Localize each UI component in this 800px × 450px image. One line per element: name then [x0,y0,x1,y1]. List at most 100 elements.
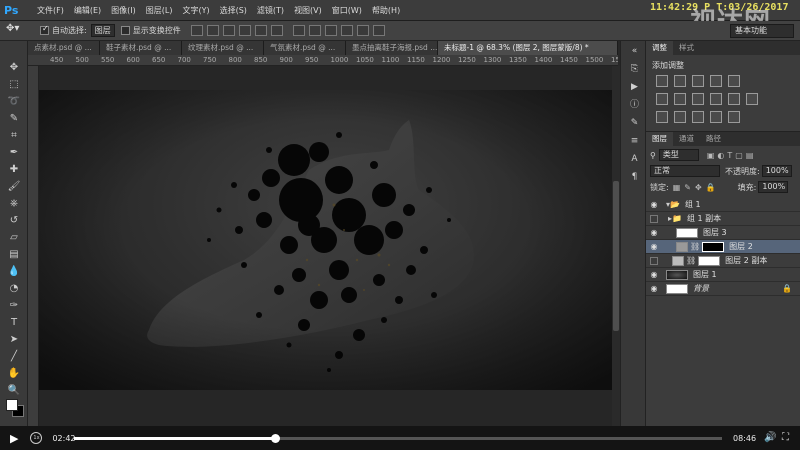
tab-adjustments[interactable]: 调整 [646,41,673,55]
black-white-icon[interactable] [692,93,704,105]
tab-styles[interactable]: 样式 [673,41,700,55]
fullscreen-icon[interactable]: ⛶ [782,432,789,443]
show-transform-checkbox[interactable] [120,26,130,35]
menu-select[interactable]: 选择(S) [215,5,252,16]
layer-row-group-1[interactable]: ◉ ▾📂 组 1 [646,198,800,212]
align-top-icon[interactable] [190,25,203,36]
menu-window[interactable]: 窗口(W) [327,5,367,16]
align-left-icon[interactable] [238,25,251,36]
gradient-map-icon[interactable] [710,111,722,123]
play-icon[interactable]: ▶ [10,432,18,445]
type-tool-icon[interactable]: T [6,316,22,330]
tab-document[interactable]: 点素材.psd @ ... [28,41,100,55]
layer-row-layer-2[interactable]: ◉ ⛓ 图层 2 [646,240,800,254]
dodge-tool-icon[interactable]: ◔ [6,282,22,296]
tab-document[interactable]: 鞋子素材.psd @ ... [100,41,182,55]
filter-icons[interactable]: ▣◐T▢▤ [707,151,757,160]
visibility-box-icon[interactable] [650,256,658,265]
tab-document[interactable]: 墨点抽离鞋子海报.psd ... [346,41,438,55]
menu-file[interactable]: 文件(F) [32,5,69,16]
visibility-box-icon[interactable] [650,214,658,223]
playback-speed-icon[interactable]: 1x [30,432,43,444]
clone-stamp-tool-icon[interactable]: ⎈ [6,197,22,211]
auto-select-dropdown[interactable]: 图层 [90,24,115,37]
line-tool-icon[interactable]: ╱ [6,350,22,364]
history-brush-tool-icon[interactable]: ↺ [6,214,22,228]
menu-image[interactable]: 图像(I) [106,5,141,16]
distribute-right-icon[interactable] [372,25,385,36]
layer-mask-thumbnail[interactable] [702,241,725,252]
progress-bar[interactable] [74,434,722,443]
menu-edit[interactable]: 编辑(E) [69,5,106,16]
visibility-eye-icon[interactable]: ◉ [646,270,662,279]
volume-icon[interactable]: 🔊 [764,432,776,443]
visibility-eye-icon[interactable]: ◉ [646,228,662,237]
marquee-tool-icon[interactable]: ⬚ [6,78,22,92]
visibility-eye-icon[interactable]: ◉ [646,242,662,251]
hue-saturation-icon[interactable] [656,93,668,105]
healing-brush-tool-icon[interactable]: ✚ [6,163,22,177]
chain-link-icon[interactable]: ⛓ [686,256,696,265]
quick-select-tool-icon[interactable]: ✎ [6,112,22,126]
layer-row-layer-1[interactable]: ◉ 图层 1 [646,268,800,282]
tab-document[interactable]: 纹理素材.psd @ ... [182,41,264,55]
blend-mode-dropdown[interactable]: 正常 [650,165,720,177]
gradient-tool-icon[interactable]: ▤ [6,248,22,262]
visibility-eye-icon[interactable]: ◉ [646,200,662,209]
threshold-icon[interactable] [692,111,704,123]
menu-type[interactable]: 文字(Y) [177,5,214,16]
visibility-eye-icon[interactable]: ◉ [646,284,662,293]
layer-row-layer-3[interactable]: ◉ 图层 3 [646,226,800,240]
character-panel-icon[interactable]: A [628,153,641,165]
photo-filter-icon[interactable] [710,93,722,105]
foreground-color-swatch[interactable] [6,399,18,411]
distribute-hcenter-icon[interactable] [356,25,369,36]
progress-knob[interactable] [270,434,280,443]
blur-tool-icon[interactable]: 💧 [6,265,22,279]
brush-panel-icon[interactable]: ✎ [628,117,641,129]
zoom-tool-icon[interactable]: 🔍 [6,384,22,398]
brightness-contrast-icon[interactable] [656,75,668,87]
lasso-tool-icon[interactable]: ➰ [6,95,22,109]
align-vcenter-icon[interactable] [206,25,219,36]
info-panel-icon[interactable]: ⓘ [628,99,641,111]
paragraph-panel-icon[interactable]: ¶ [628,171,641,183]
fill-input[interactable]: 100% [758,181,789,193]
tab-document[interactable]: 气氛素材.psd @ ... [264,41,346,55]
collapse-dock-icon[interactable]: « [628,45,641,57]
brush-tool-icon[interactable]: 🖌 [6,180,22,194]
workspace-dropdown[interactable]: 基本功能 [730,24,794,38]
vertical-scrollbar[interactable] [612,66,620,426]
curves-icon[interactable] [692,75,704,87]
hand-tool-icon[interactable]: ✋ [6,367,22,381]
distribute-vcenter-icon[interactable] [308,25,321,36]
opacity-input[interactable]: 100% [761,165,792,177]
invert-icon[interactable] [656,111,668,123]
history-panel-icon[interactable]: ⎘ [628,63,641,75]
layer-mask-thumbnail[interactable] [698,255,721,266]
path-select-tool-icon[interactable]: ➤ [6,333,22,347]
layer-row-background[interactable]: ◉ 背景 🔒 [646,282,800,296]
align-hcenter-icon[interactable] [254,25,267,36]
scrollbar-thumb[interactable] [613,181,619,331]
menu-filter[interactable]: 滤镜(T) [252,5,289,16]
auto-select-checkbox[interactable] [40,26,49,35]
menu-view[interactable]: 视图(V) [289,5,327,16]
selective-color-icon[interactable] [728,111,740,123]
distribute-top-icon[interactable] [292,25,305,36]
move-tool-icon[interactable]: ✥ [6,61,22,75]
pen-tool-icon[interactable]: ✑ [6,299,22,313]
document-canvas[interactable] [39,90,612,390]
properties-panel-icon[interactable]: ≡ [628,135,641,147]
channel-mixer-icon[interactable] [728,93,740,105]
layer-row-group-1-copy[interactable]: ▸📁 组 1 副本 [646,212,800,226]
layer-row-layer-2-copy[interactable]: ⛓ 图层 2 副本 [646,254,800,268]
show-transform-option[interactable]: 显示变换控件 [120,25,181,36]
eyedropper-tool-icon[interactable]: ✒ [6,146,22,160]
vibrance-icon[interactable] [728,75,740,87]
auto-select-option[interactable]: 自动选择: 图层 [40,24,115,37]
exposure-icon[interactable] [710,75,722,87]
chain-link-icon[interactable]: ⛓ [690,242,700,251]
tab-paths[interactable]: 路径 [700,132,727,146]
menu-help[interactable]: 帮助(H) [367,5,405,16]
